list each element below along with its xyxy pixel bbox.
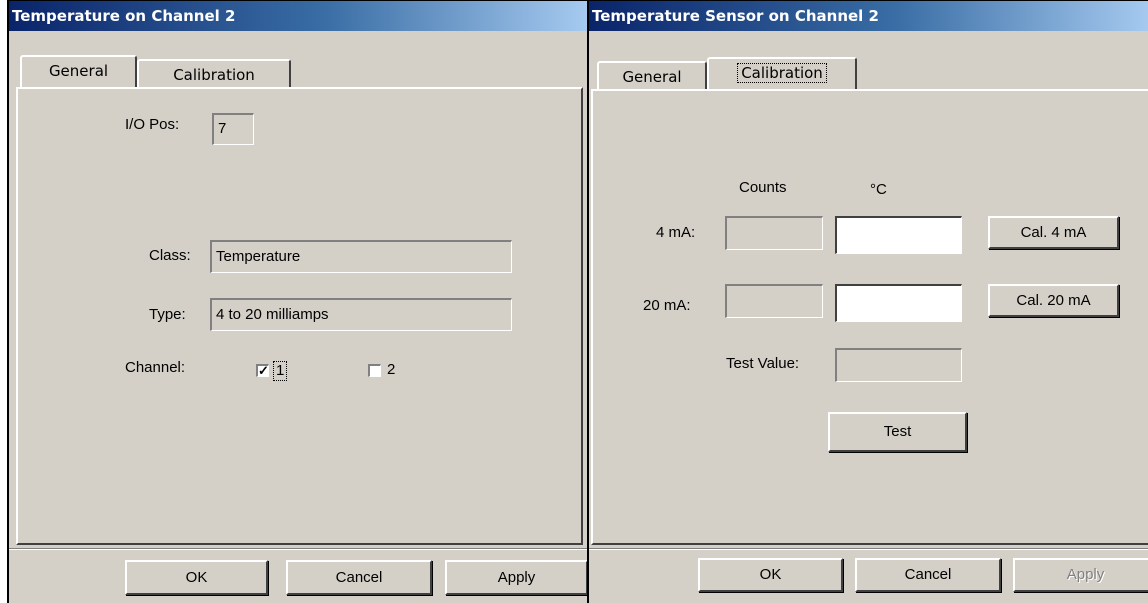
test-button-label: Test (883, 423, 912, 440)
tab-general-label: General (48, 62, 109, 80)
ok-button-label: OK (185, 569, 208, 586)
channel-label: Channel: (125, 359, 186, 376)
tab-general[interactable]: General (20, 55, 137, 87)
tab-calibration[interactable]: Calibration (137, 59, 291, 87)
test-value-label: Test Value: (726, 355, 800, 372)
apply-button[interactable]: Apply (1013, 558, 1148, 592)
calibration-tab-panel: Counts °C 4 mA: Cal. 4 mA 20 mA: Cal. 20… (591, 89, 1148, 545)
cal-20ma-button[interactable]: Cal. 20 mA (988, 284, 1119, 317)
ok-button[interactable]: OK (125, 560, 268, 595)
type-label: Type: (149, 306, 186, 323)
20ma-label: 20 mA: (643, 297, 691, 314)
class-field: Temperature (210, 240, 512, 273)
tab-general[interactable]: General (597, 61, 707, 89)
tab-calibration[interactable]: Calibration (707, 57, 857, 89)
io-pos-label: I/O Pos: (125, 116, 180, 133)
20ma-counts-field (725, 284, 823, 318)
channel-1-label: 1 (273, 361, 288, 381)
temperature-channel-dialog: Temperature on Channel 2 General Calibra… (7, 0, 587, 603)
footer-separator (9, 548, 587, 550)
temperature-sensor-dialog: Temperature Sensor on Channel 2 General … (587, 0, 1148, 603)
apply-button-label: Apply (497, 569, 536, 586)
test-button[interactable]: Test (828, 412, 967, 452)
dialog-title: Temperature on Channel 2 (9, 1, 587, 31)
test-value-field (835, 348, 962, 382)
tab-calibration-label: Calibration (173, 66, 255, 84)
cancel-button[interactable]: Cancel (286, 560, 432, 595)
ok-button[interactable]: OK (698, 558, 843, 592)
4ma-counts-field (725, 216, 823, 250)
io-pos-field: 7 (212, 113, 254, 145)
class-label: Class: (149, 247, 191, 264)
cancel-button[interactable]: Cancel (855, 558, 1001, 592)
channel-1-checkbox[interactable]: ✓ (256, 364, 269, 377)
channel-2-checkbox[interactable] (368, 364, 381, 377)
20ma-celsius-input[interactable] (835, 284, 962, 322)
4ma-celsius-input[interactable] (835, 216, 962, 254)
apply-button[interactable]: Apply (445, 560, 587, 595)
apply-button-label: Apply (1066, 566, 1105, 583)
4ma-label: 4 mA: (656, 224, 696, 241)
ok-button-label: OK (759, 566, 782, 583)
type-field: 4 to 20 milliamps (210, 298, 512, 331)
channel-2-label: 2 (387, 361, 396, 378)
celsius-header: °C (870, 181, 887, 198)
cancel-button-label: Cancel (904, 566, 952, 583)
tab-calibration-label: Calibration (737, 63, 827, 83)
counts-header: Counts (739, 179, 787, 196)
dialog-title: Temperature Sensor on Channel 2 (589, 1, 1148, 31)
footer-separator (589, 548, 1148, 550)
general-tab-panel: I/O Pos: 7 Class: Temperature Type: 4 to… (16, 87, 583, 545)
cal-20ma-button-label: Cal. 20 mA (1016, 292, 1091, 309)
cal-4ma-button-label: Cal. 4 mA (1020, 224, 1087, 241)
tab-general-label: General (622, 68, 682, 86)
cancel-button-label: Cancel (335, 569, 383, 586)
cal-4ma-button[interactable]: Cal. 4 mA (988, 216, 1119, 249)
